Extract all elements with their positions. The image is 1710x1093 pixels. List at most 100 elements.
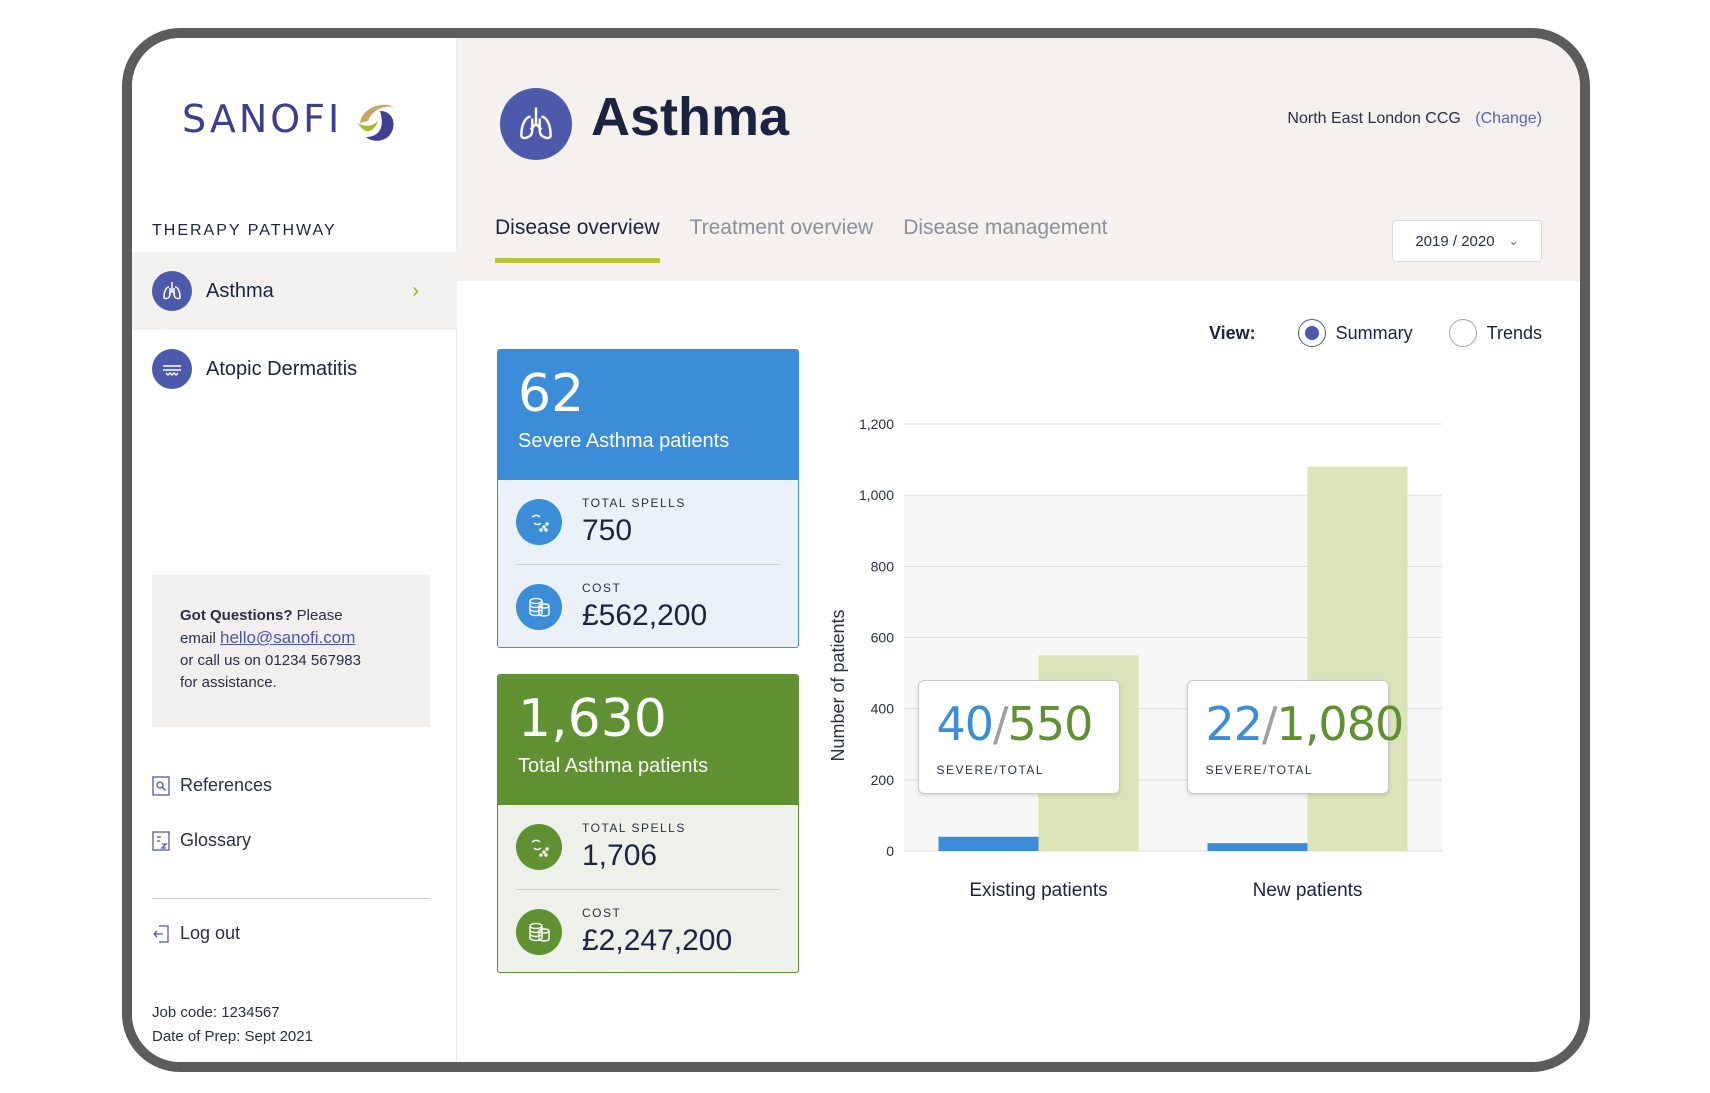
change-ccg-link[interactable]: (Change) — [1475, 110, 1542, 127]
spells-stat: TOTAL SPELLS 1,706 — [516, 805, 780, 889]
ccg-info: North East London CCG (Change) — [1287, 110, 1542, 128]
callout-severe: 40 — [936, 697, 995, 752]
spells-stat: TOTAL SPELLS 750 — [516, 480, 780, 564]
help-text: Please — [292, 607, 343, 624]
view-label: View: — [1208, 322, 1256, 343]
sanofi-swirl-icon — [358, 104, 395, 141]
glossary-icon — [152, 830, 170, 851]
help-bold: Got Questions? — [180, 607, 293, 624]
help-box: Got Questions? Please email hello@sanofi… — [152, 575, 430, 727]
radio-circle — [1297, 319, 1326, 347]
job-code: Job code: 1234567 — [152, 1004, 280, 1021]
sidebar-item-asthma[interactable]: Asthma › — [132, 252, 457, 330]
spells-value: 750 — [582, 514, 633, 547]
card-header: 62 Severe Asthma patients — [498, 350, 798, 480]
header: Asthma North East London CCG (Change) Di… — [457, 38, 1580, 281]
sidebar-item-label: Asthma — [206, 279, 274, 302]
card-subtitle: Total Asthma patients — [518, 755, 709, 777]
cost-stat: COST £562,200 — [516, 564, 780, 647]
references-icon — [152, 775, 170, 796]
x-category-label: New patients — [1253, 880, 1363, 901]
glossary-label: Glossary — [180, 830, 252, 850]
references-link[interactable]: References — [152, 775, 272, 796]
callout-total: 550 — [1007, 697, 1094, 752]
x-category-label: Existing patients — [969, 880, 1107, 901]
spells-label: TOTAL SPELLS — [582, 821, 686, 835]
radio-summary[interactable]: Summary — [1297, 319, 1413, 347]
email-link[interactable]: hello@sanofi.com — [220, 628, 355, 647]
tab-disease-overview[interactable]: Disease overview — [495, 216, 660, 263]
chevron-down-icon: ⌄ — [1508, 234, 1519, 248]
callout-slash: / — [993, 697, 1008, 752]
radio-trends[interactable]: Trends — [1448, 319, 1542, 347]
year-value: 2019 / 2020 — [1415, 232, 1495, 250]
callout-label: SEVERE/TOTAL — [1205, 763, 1314, 778]
footer: Job code: 1234567 Date of Prep: Sept 202… — [152, 1001, 313, 1049]
sanofi-logo[interactable]: SANOFI — [182, 93, 402, 145]
glossary-link[interactable]: Glossary — [152, 830, 251, 851]
screen: SANOFI THERAPY PATHWAY Asthma › Atopic D… — [132, 38, 1580, 1062]
device-frame: SANOFI THERAPY PATHWAY Asthma › Atopic D… — [122, 28, 1590, 1072]
tab-disease-management[interactable]: Disease management — [903, 216, 1107, 263]
callout-slash: / — [1262, 697, 1277, 752]
cost-value: £562,200 — [582, 598, 708, 632]
breath-icon — [516, 824, 562, 870]
y-tick-label: 400 — [871, 701, 895, 717]
logout-label: Log out — [180, 923, 241, 943]
main-content: View: Summary Trends 62 Severe Asthma pa… — [457, 281, 1580, 1062]
spells-value: 1,706 — [582, 839, 658, 872]
year-select[interactable]: 2019 / 2020 ⌄ — [1392, 220, 1542, 262]
y-tick-label: 1,200 — [859, 416, 894, 432]
callout-label: SEVERE/TOTAL — [936, 763, 1045, 778]
breath-icon — [516, 499, 562, 545]
help-text: or call us on 01234 567983 — [180, 652, 361, 669]
ccg-name: North East London CCG — [1287, 110, 1461, 127]
y-tick-label: 1,000 — [859, 487, 894, 503]
tabs: Disease overview Treatment overview Dise… — [495, 216, 1137, 263]
card-subtitle: Severe Asthma patients — [518, 430, 730, 452]
callout-new: 22/1,080 SEVERE/TOTAL — [1186, 680, 1404, 795]
coins-icon — [516, 908, 562, 955]
radio-label: Trends — [1486, 322, 1542, 343]
lungs-icon — [152, 271, 192, 311]
bar-severe — [1207, 843, 1308, 851]
bar-severe — [938, 836, 1039, 851]
card-header: 1,630 Total Asthma patients — [498, 675, 798, 805]
cost-value: £2,247,200 — [582, 923, 733, 957]
skin-icon — [152, 349, 192, 389]
y-axis-label: Number of patients — [828, 609, 848, 761]
sidebar-item-label: Atopic Dermatitis — [206, 357, 358, 380]
cost-stat: COST £2,247,200 — [516, 889, 780, 972]
radio-circle — [1448, 319, 1477, 347]
logout-icon — [153, 924, 169, 943]
patients-bar-chart: 0 200 400 600 800 1,000 1,200 Number of patient… — [822, 376, 1542, 936]
radio-label: Summary — [1335, 322, 1413, 343]
logo-text: SANOFI — [182, 97, 343, 141]
coins-icon — [516, 583, 562, 630]
severe-count: 62 — [518, 364, 585, 424]
sidebar: SANOFI THERAPY PATHWAY Asthma › Atopic D… — [132, 38, 457, 1062]
logout-link[interactable]: Log out — [152, 923, 240, 944]
cost-label: COST — [582, 905, 622, 920]
total-patients-card: 1,630 Total Asthma patients TOTAL SPELLS… — [497, 674, 799, 973]
chart-svg: 0 200 400 600 800 1,000 1,200 Number of patient… — [828, 416, 1442, 901]
cost-label: COST — [582, 580, 622, 595]
y-tick-label: 0 — [886, 843, 894, 859]
tab-treatment-overview[interactable]: Treatment overview — [690, 216, 874, 263]
severe-patients-card: 62 Severe Asthma patients TOTAL SPELLS 7… — [497, 349, 799, 648]
total-count: 1,630 — [518, 689, 667, 749]
chevron-right-icon: › — [412, 279, 419, 302]
page-title: Asthma — [591, 87, 790, 147]
divider — [152, 898, 430, 899]
view-toggle: View: Summary Trends — [1209, 319, 1542, 347]
callout-existing: 40/550 SEVERE/TOTAL — [917, 680, 1120, 795]
lungs-icon — [500, 88, 572, 160]
help-text: email — [180, 630, 221, 647]
callout-total: 1,080 — [1276, 697, 1405, 752]
date-of-prep: Date of Prep: Sept 2021 — [152, 1028, 313, 1045]
sidebar-item-atopic-dermatitis[interactable]: Atopic Dermatitis — [132, 330, 457, 408]
y-tick-label: 200 — [871, 772, 895, 788]
y-tick-label: 800 — [871, 558, 895, 574]
spells-label: TOTAL SPELLS — [582, 496, 686, 510]
references-label: References — [180, 775, 273, 795]
